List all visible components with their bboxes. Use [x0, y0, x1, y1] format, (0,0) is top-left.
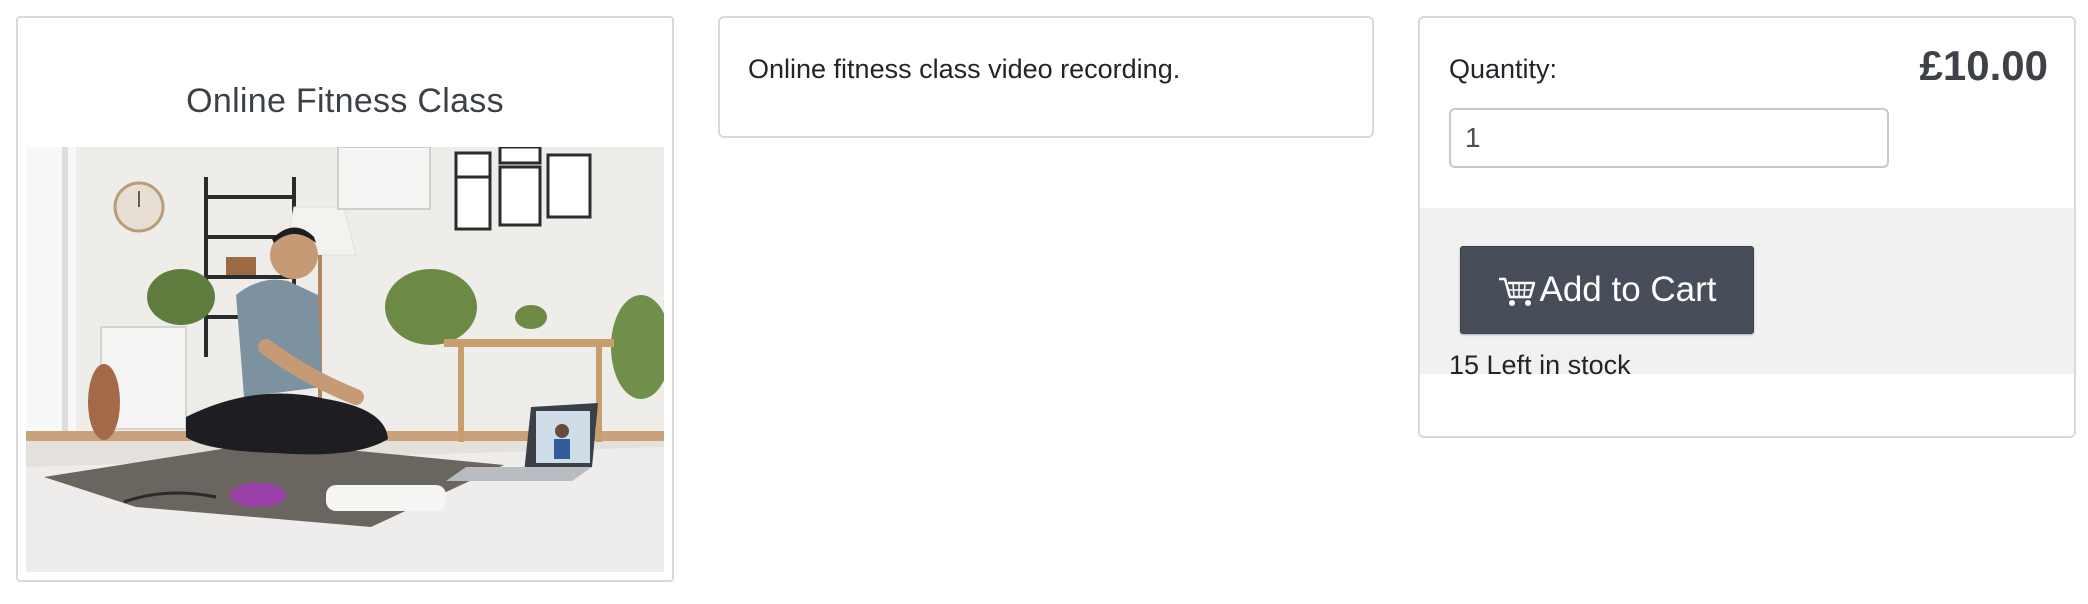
add-to-cart-button[interactable]: Add to Cart: [1460, 246, 1754, 334]
description-card: Online fitness class video recording.: [718, 16, 1374, 138]
product-title: Online Fitness Class: [186, 82, 504, 120]
quantity-label: Quantity:: [1449, 54, 1558, 84]
product-description: Online fitness class video recording.: [748, 54, 1181, 84]
quantity-input[interactable]: [1449, 108, 1889, 168]
cart-area: Add to Cart 15 Left in stock: [1420, 208, 2074, 380]
stock-status: 15 Left in stock: [1449, 350, 1631, 380]
product-card: Online Fitness Class: [16, 16, 674, 582]
shopping-cart-icon: [1497, 271, 1537, 309]
price: £10.00: [1919, 42, 2048, 89]
product-image[interactable]: [26, 147, 664, 572]
add-to-cart-label: Add to Cart: [1539, 270, 1717, 309]
purchase-card: Quantity: £10.00 Add to Cart 15 Left in …: [1418, 16, 2076, 438]
